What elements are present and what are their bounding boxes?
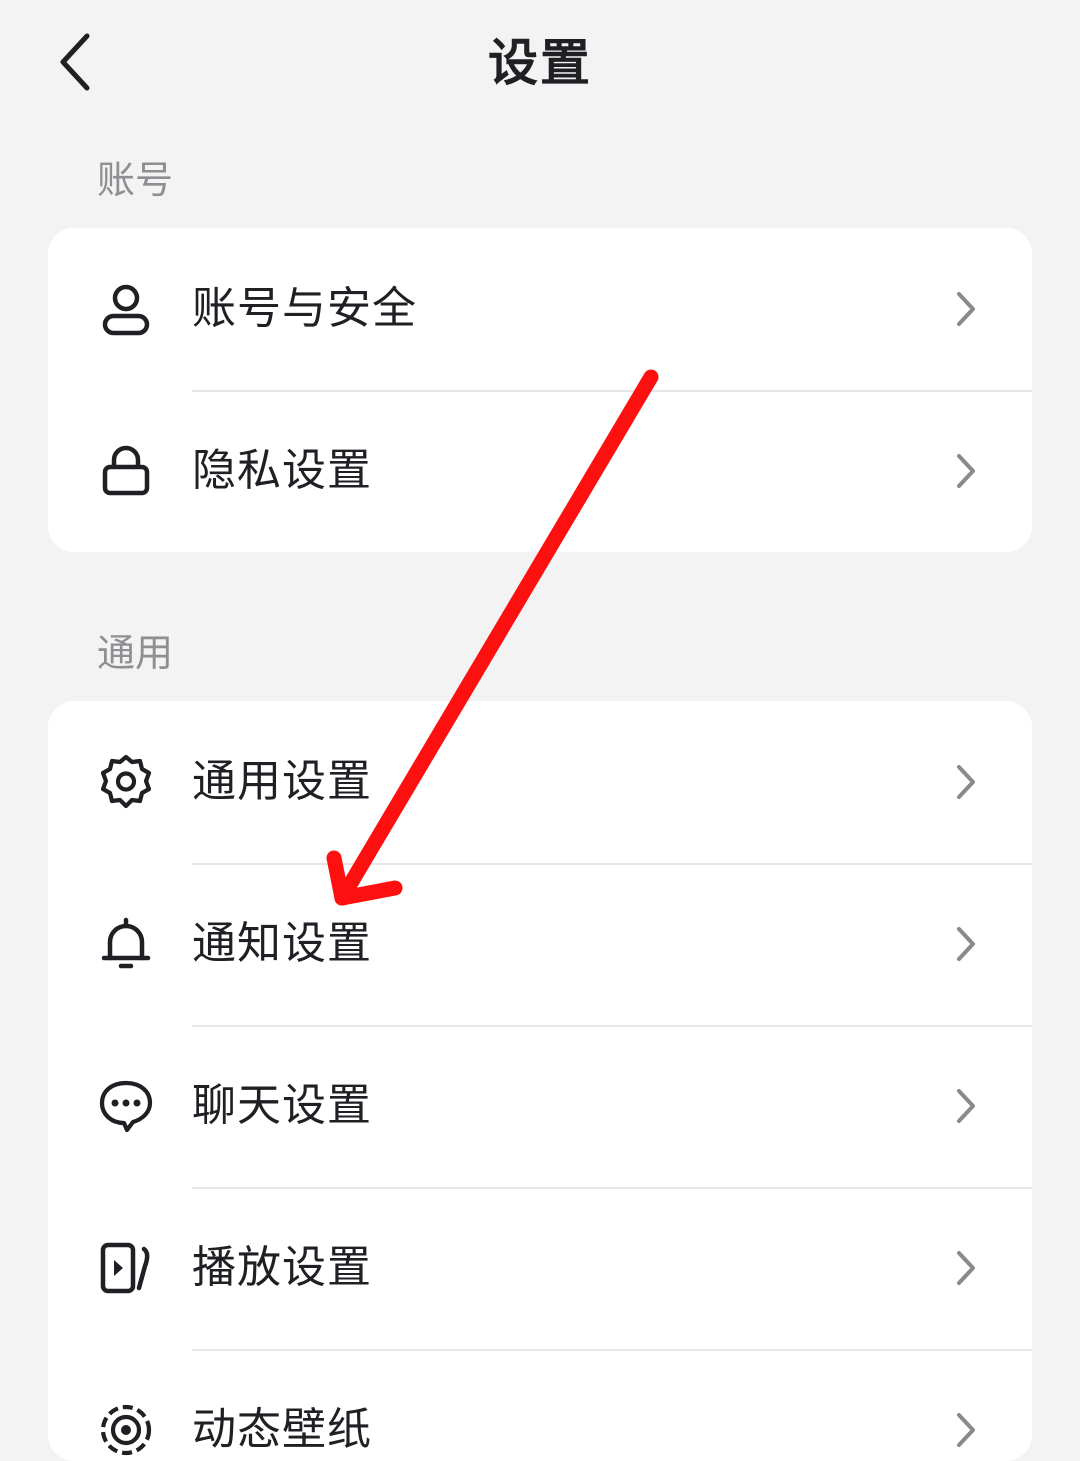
- section-label-general: 通用: [97, 631, 174, 675]
- chevron-right-icon: [952, 289, 980, 329]
- account-card: 账号与安全 隐私设置: [48, 228, 1032, 552]
- gear-icon: [96, 752, 156, 812]
- chevron-right-icon: [952, 924, 980, 964]
- general-card: 通用设置 通知设置 聊天设置 播放设置 动态壁纸: [48, 701, 1032, 1461]
- lock-icon: [96, 441, 156, 501]
- settings-item-live-wallpaper[interactable]: 动态壁纸: [48, 1349, 1032, 1461]
- settings-item-label: 通用设置: [192, 756, 372, 807]
- chat-bubble-icon: [96, 1076, 156, 1136]
- chevron-right-icon: [952, 1086, 980, 1126]
- settings-item-label: 通知设置: [192, 918, 372, 969]
- settings-item-label: 隐私设置: [192, 445, 372, 496]
- settings-item-privacy[interactable]: 隐私设置: [48, 390, 1032, 552]
- user-icon: [96, 279, 156, 339]
- settings-item-label: 播放设置: [192, 1242, 372, 1293]
- page-title: 设置: [488, 34, 592, 92]
- bell-icon: [96, 914, 156, 974]
- chevron-right-icon: [952, 451, 980, 491]
- settings-item-label: 聊天设置: [192, 1080, 372, 1131]
- settings-item-label: 账号与安全: [192, 283, 417, 334]
- settings-item-label: 动态壁纸: [192, 1404, 372, 1455]
- settings-item-playback[interactable]: 播放设置: [48, 1187, 1032, 1349]
- play-screen-icon: [96, 1238, 156, 1298]
- live-wallpaper-icon: [96, 1400, 156, 1460]
- chevron-right-icon: [952, 1410, 980, 1450]
- chevron-right-icon: [952, 762, 980, 802]
- header-bar: 设置: [0, 0, 1080, 130]
- section-label-account: 账号: [97, 158, 174, 202]
- settings-item-account-security[interactable]: 账号与安全: [48, 228, 1032, 390]
- chevron-right-icon: [952, 1248, 980, 1288]
- settings-item-general[interactable]: 通用设置: [48, 701, 1032, 863]
- settings-item-chat[interactable]: 聊天设置: [48, 1025, 1032, 1187]
- settings-item-notifications[interactable]: 通知设置: [48, 863, 1032, 1025]
